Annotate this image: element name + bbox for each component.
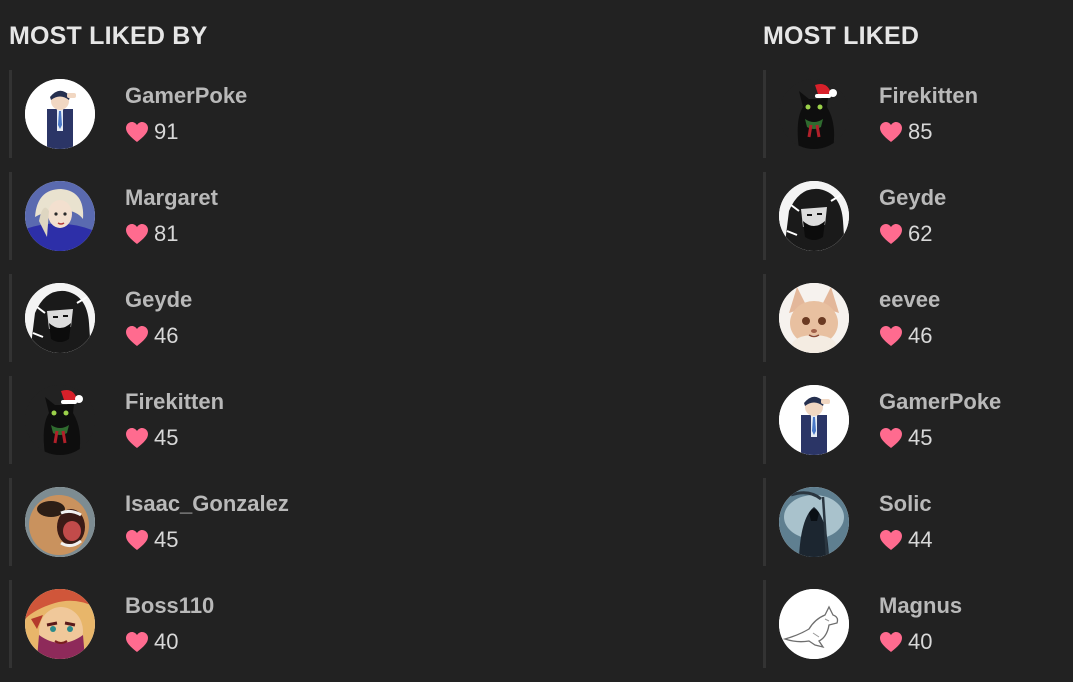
username[interactable]: Geyde: [125, 287, 192, 313]
like-count: 45: [125, 425, 178, 451]
heart-icon: [125, 223, 149, 245]
like-count: 45: [125, 527, 178, 553]
list-item[interactable]: Magnus 40: [763, 580, 1073, 668]
heart-icon: [879, 631, 903, 653]
username[interactable]: Solic: [879, 491, 932, 517]
list-item[interactable]: Solic 44: [763, 478, 1073, 566]
like-count: 40: [125, 629, 178, 655]
username[interactable]: Firekitten: [879, 83, 978, 109]
bw-warrior-avatar[interactable]: [25, 283, 95, 353]
heart-icon: [879, 325, 903, 347]
like-count: 40: [879, 629, 932, 655]
heart-icon: [125, 529, 149, 551]
kangaroo-sketch-avatar[interactable]: [779, 589, 849, 659]
like-count-value: 62: [908, 221, 933, 246]
list-item[interactable]: Boss110 40: [9, 580, 700, 668]
most-liked-by-title: MOST LIKED BY: [9, 22, 208, 50]
like-count-value: 40: [908, 629, 933, 654]
username[interactable]: Isaac_Gonzalez: [125, 491, 289, 517]
like-count-value: 91: [154, 119, 179, 144]
like-count: 85: [879, 119, 932, 145]
heart-icon: [125, 427, 149, 449]
list-item[interactable]: Geyde 46: [9, 274, 700, 362]
like-count-value: 46: [908, 323, 933, 348]
fox-creature-avatar[interactable]: [779, 283, 849, 353]
list-item[interactable]: Firekitten 85: [763, 70, 1073, 158]
like-count: 62: [879, 221, 932, 247]
username[interactable]: Margaret: [125, 185, 218, 211]
heart-icon: [879, 121, 903, 143]
like-count-value: 81: [154, 221, 179, 246]
like-count-value: 45: [154, 425, 179, 450]
like-count-value: 45: [154, 527, 179, 552]
list-item[interactable]: Firekitten 45: [9, 376, 700, 464]
black-cat-santa-hat-avatar[interactable]: [25, 385, 95, 455]
username[interactable]: GamerPoke: [879, 389, 1001, 415]
list-item[interactable]: Margaret 81: [9, 172, 700, 260]
most-liked-list: Firekitten 85 Geyde 62 eevee 46 GamerPok…: [763, 70, 1073, 682]
like-count-value: 85: [908, 119, 933, 144]
most-liked-by-list: GamerPoke 91 Margaret 81 Geyde 46 Fireki…: [9, 70, 700, 682]
like-count-value: 40: [154, 629, 179, 654]
like-count-value: 44: [908, 527, 933, 552]
suited-man-avatar[interactable]: [25, 79, 95, 149]
blonde-woman-avatar[interactable]: [25, 181, 95, 251]
heart-icon: [879, 223, 903, 245]
list-item[interactable]: Geyde 62: [763, 172, 1073, 260]
list-item[interactable]: GamerPoke 45: [763, 376, 1073, 464]
like-count: 46: [879, 323, 932, 349]
heart-icon: [125, 121, 149, 143]
username[interactable]: Geyde: [879, 185, 946, 211]
username[interactable]: eevee: [879, 287, 940, 313]
screaming-face-avatar[interactable]: [25, 487, 95, 557]
list-item[interactable]: GamerPoke 91: [9, 70, 700, 158]
bw-warrior-avatar[interactable]: [779, 181, 849, 251]
username[interactable]: Firekitten: [125, 389, 224, 415]
like-count: 45: [879, 425, 932, 451]
username[interactable]: GamerPoke: [125, 83, 247, 109]
black-cat-santa-hat-avatar[interactable]: [779, 79, 849, 149]
like-count: 81: [125, 221, 178, 247]
anime-character-avatar[interactable]: [25, 589, 95, 659]
like-count-value: 45: [908, 425, 933, 450]
username[interactable]: Magnus: [879, 593, 962, 619]
heart-icon: [125, 325, 149, 347]
heart-icon: [879, 427, 903, 449]
like-count: 44: [879, 527, 932, 553]
most-liked-title: MOST LIKED: [763, 22, 920, 50]
heart-icon: [125, 631, 149, 653]
list-item[interactable]: eevee 46: [763, 274, 1073, 362]
suited-man-avatar[interactable]: [779, 385, 849, 455]
list-item[interactable]: Isaac_Gonzalez 45: [9, 478, 700, 566]
like-count-value: 46: [154, 323, 179, 348]
username[interactable]: Boss110: [125, 593, 214, 619]
heart-icon: [879, 529, 903, 551]
dark-reaper-avatar[interactable]: [779, 487, 849, 557]
like-count: 91: [125, 119, 178, 145]
like-count: 46: [125, 323, 178, 349]
